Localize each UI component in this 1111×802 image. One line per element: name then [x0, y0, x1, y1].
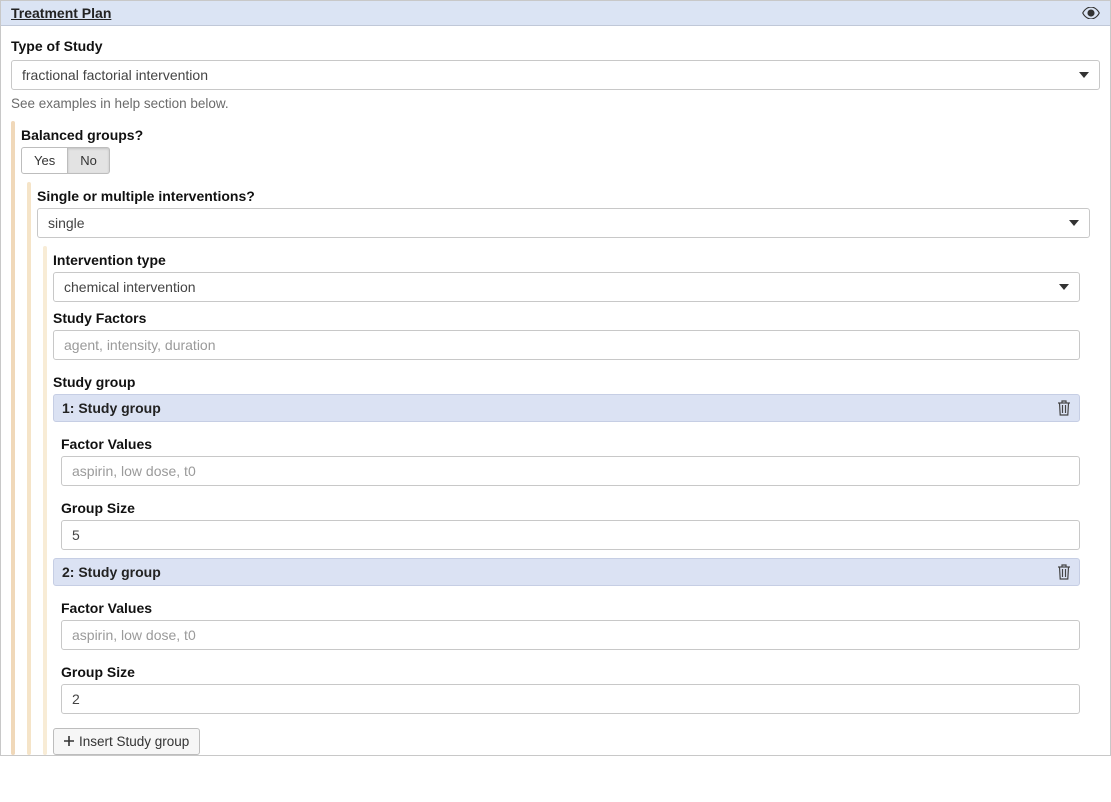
panel-title-link[interactable]: Treatment Plan: [11, 5, 111, 21]
type-of-study-helper: See examples in help section below.: [11, 96, 1100, 111]
nest-level-1: Balanced groups? Yes No Single or multip…: [1, 121, 1110, 755]
nest-rail-3: [43, 246, 47, 755]
study-group-1-factor-values-input[interactable]: [61, 456, 1080, 486]
interventions-mode-label: Single or multiple interventions?: [37, 188, 1090, 204]
intervention-type-value: chemical intervention: [64, 279, 196, 295]
insert-study-group-button[interactable]: Insert Study group: [53, 728, 200, 755]
type-of-study-select[interactable]: fractional factorial intervention: [11, 60, 1100, 90]
study-group-2-title: 2: Study group: [62, 564, 161, 580]
interventions-mode-select[interactable]: single: [37, 208, 1090, 238]
balanced-groups-label: Balanced groups?: [21, 127, 1100, 143]
study-group-2-group-size-label: Group Size: [61, 664, 1080, 680]
study-group-2-delete-button[interactable]: [1057, 564, 1071, 580]
study-group-label: Study group: [53, 374, 1080, 390]
nest-rail-2: [27, 182, 31, 755]
visibility-eye-icon[interactable]: [1082, 7, 1100, 19]
caret-down-icon: [1079, 72, 1089, 78]
intervention-type-label: Intervention type: [53, 252, 1080, 268]
trash-icon: [1057, 400, 1071, 416]
study-group-1-title: 1: Study group: [62, 400, 161, 416]
study-group-2-body: Factor Values Group Size: [53, 590, 1080, 722]
plus-icon: [64, 734, 74, 749]
type-of-study-label: Type of Study: [11, 38, 1100, 54]
type-of-study-value: fractional factorial intervention: [22, 67, 208, 83]
intervention-type-select[interactable]: chemical intervention: [53, 272, 1080, 302]
study-group-2-group-size-input[interactable]: [61, 684, 1080, 714]
treatment-plan-panel: Treatment Plan Type of Study fractional …: [0, 0, 1111, 756]
study-group-1-group-size-input[interactable]: [61, 520, 1080, 550]
trash-icon: [1057, 564, 1071, 580]
panel-body: Type of Study fractional factorial inter…: [1, 26, 1110, 121]
interventions-mode-value: single: [48, 215, 85, 231]
panel-header: Treatment Plan: [1, 1, 1110, 26]
insert-study-group-label: Insert Study group: [79, 734, 189, 749]
study-group-2-factor-values-input[interactable]: [61, 620, 1080, 650]
study-group-1-header[interactable]: 1: Study group: [53, 394, 1080, 422]
study-group-1-group-size-label: Group Size: [61, 500, 1080, 516]
caret-down-icon: [1059, 284, 1069, 290]
caret-down-icon: [1069, 220, 1079, 226]
balanced-groups-toggle: Yes No: [21, 147, 110, 174]
study-group-2-header[interactable]: 2: Study group: [53, 558, 1080, 586]
nest-level-2: Single or multiple interventions? single…: [21, 182, 1100, 755]
balanced-no-button[interactable]: No: [68, 147, 110, 174]
nest-rail-1: [11, 121, 15, 755]
study-group-2-factor-values-label: Factor Values: [61, 600, 1080, 616]
study-group-1-delete-button[interactable]: [1057, 400, 1071, 416]
study-group-1-body: Factor Values Group Size: [53, 426, 1080, 558]
study-factors-label: Study Factors: [53, 310, 1080, 326]
nest-level-3: Intervention type chemical intervention …: [37, 246, 1090, 755]
study-group-1-factor-values-label: Factor Values: [61, 436, 1080, 452]
balanced-yes-button[interactable]: Yes: [21, 147, 68, 174]
study-factors-input[interactable]: [53, 330, 1080, 360]
